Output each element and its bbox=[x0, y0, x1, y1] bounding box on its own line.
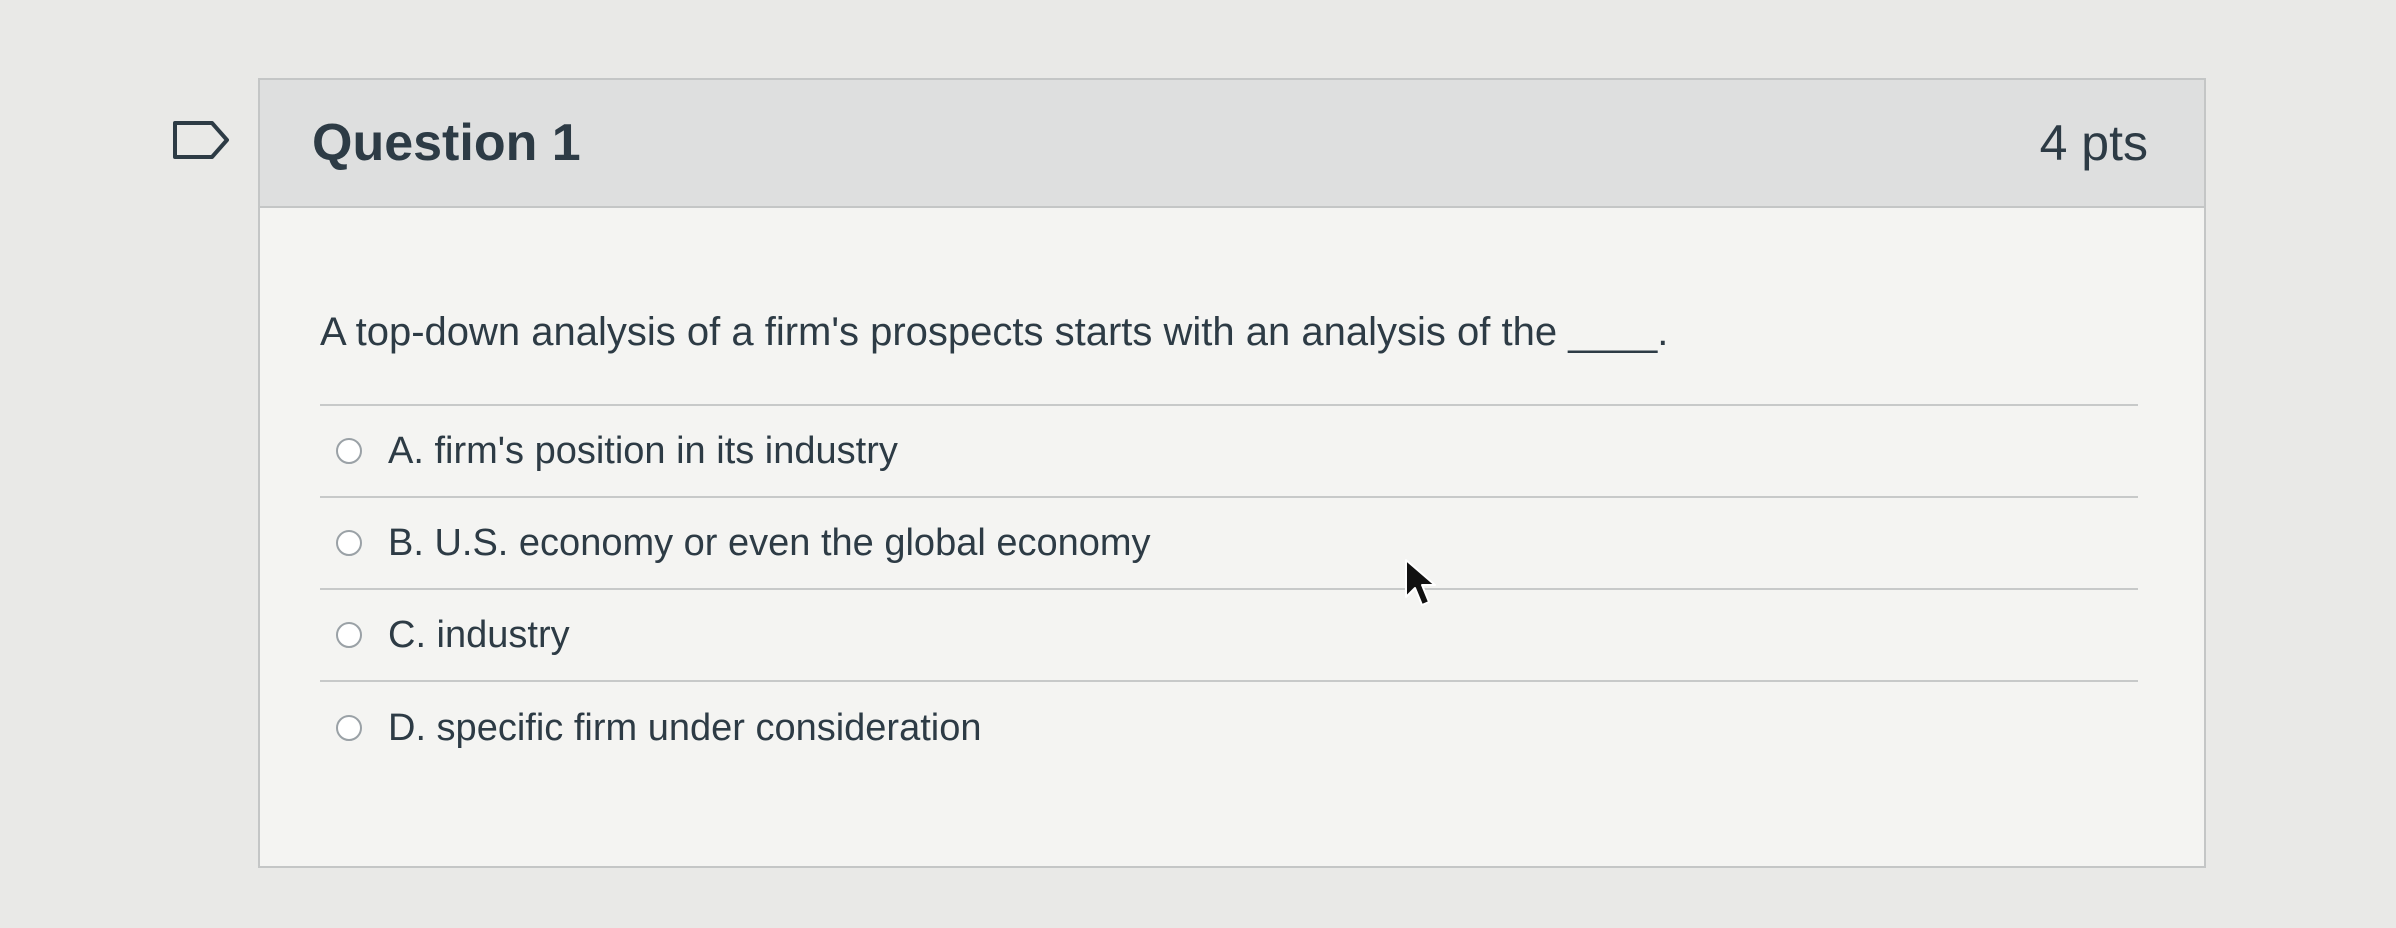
answer-label-b: B. U.S. economy or even the global econo… bbox=[388, 521, 1151, 564]
question-body: A top-down analysis of a firm's prospect… bbox=[260, 208, 2204, 774]
radio-button-c[interactable] bbox=[336, 622, 362, 648]
answer-option-a[interactable]: A. firm's position in its industry bbox=[320, 406, 2138, 498]
answer-label-d: D. specific firm under consideration bbox=[388, 706, 982, 749]
question-title: Question 1 bbox=[312, 114, 581, 172]
answer-label-a: A. firm's position in its industry bbox=[388, 429, 898, 472]
flag-question-icon[interactable] bbox=[172, 120, 230, 160]
answer-option-b[interactable]: B. U.S. economy or even the global econo… bbox=[320, 498, 2138, 590]
question-card: Question 1 4 pts A top-down analysis of … bbox=[258, 78, 2206, 868]
answer-option-c[interactable]: C. industry bbox=[320, 590, 2138, 682]
answer-list: A. firm's position in its industry B. U.… bbox=[320, 404, 2138, 774]
answer-option-d[interactable]: D. specific firm under consideration bbox=[320, 682, 2138, 774]
radio-button-b[interactable] bbox=[336, 530, 362, 556]
radio-button-d[interactable] bbox=[336, 715, 362, 741]
mouse-pointer-icon bbox=[1405, 559, 1436, 606]
question-text: A top-down analysis of a firm's prospect… bbox=[320, 310, 1669, 354]
question-points: 4 pts bbox=[2039, 115, 2148, 171]
question-header: Question 1 4 pts bbox=[260, 80, 2204, 208]
radio-button-a[interactable] bbox=[336, 438, 362, 464]
answer-label-c: C. industry bbox=[388, 613, 570, 656]
